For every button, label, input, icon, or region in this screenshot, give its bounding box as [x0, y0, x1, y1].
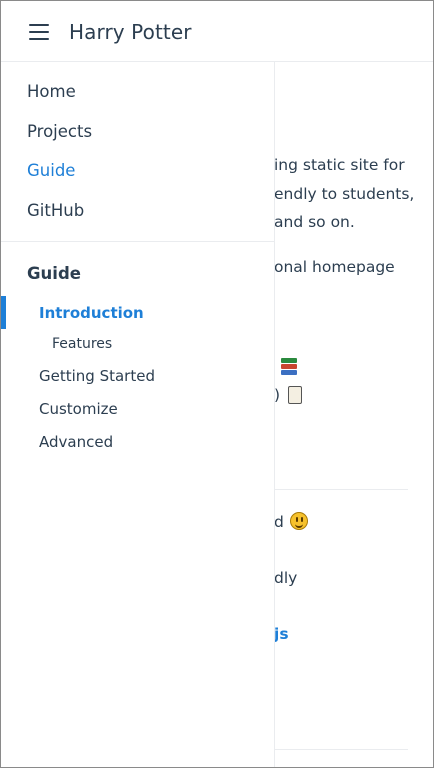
- sidebar: Home Projects Guide GitHub Guide Introdu…: [1, 62, 275, 767]
- sidebar-group-title[interactable]: Guide: [27, 264, 81, 283]
- site-title[interactable]: Harry Potter: [69, 20, 192, 44]
- content-text: dly: [274, 569, 298, 587]
- hamburger-line: [29, 38, 49, 40]
- nav-link-github[interactable]: GitHub: [27, 201, 84, 220]
- content-text: onal homepage: [274, 258, 395, 276]
- sidebar-item-getting-started[interactable]: Getting Started: [39, 367, 155, 385]
- content-text: d: [274, 513, 284, 531]
- content-text: ing static site for: [274, 156, 405, 174]
- nav-link-home[interactable]: Home: [27, 82, 76, 101]
- content-link[interactable]: js: [274, 625, 289, 643]
- hamburger-line: [29, 31, 49, 33]
- nav-link-projects[interactable]: Projects: [27, 122, 92, 141]
- sidebar-item-customize[interactable]: Customize: [39, 400, 118, 418]
- app-frame: Harry Potter ing static site for endly t…: [0, 0, 434, 768]
- content-text: and so on.: [274, 213, 355, 231]
- sidebar-item-introduction[interactable]: Introduction: [39, 304, 144, 322]
- nav-link-guide[interactable]: Guide: [27, 161, 75, 180]
- content-text: endly to students,: [274, 185, 415, 203]
- sidebar-subitem-features[interactable]: Features: [52, 336, 112, 352]
- hamburger-line: [29, 24, 49, 26]
- smiling-face-emoji-icon: [290, 512, 308, 530]
- navbar: Harry Potter: [1, 1, 433, 62]
- sidebar-item-advanced[interactable]: Advanced: [39, 433, 113, 451]
- sidebar-nav-links: Home Projects Guide GitHub: [1, 62, 274, 242]
- active-item-indicator: [1, 296, 6, 329]
- hamburger-menu-icon[interactable]: [29, 24, 49, 40]
- scroll-emoji-icon: [288, 386, 302, 404]
- books-emoji-icon: [281, 358, 297, 376]
